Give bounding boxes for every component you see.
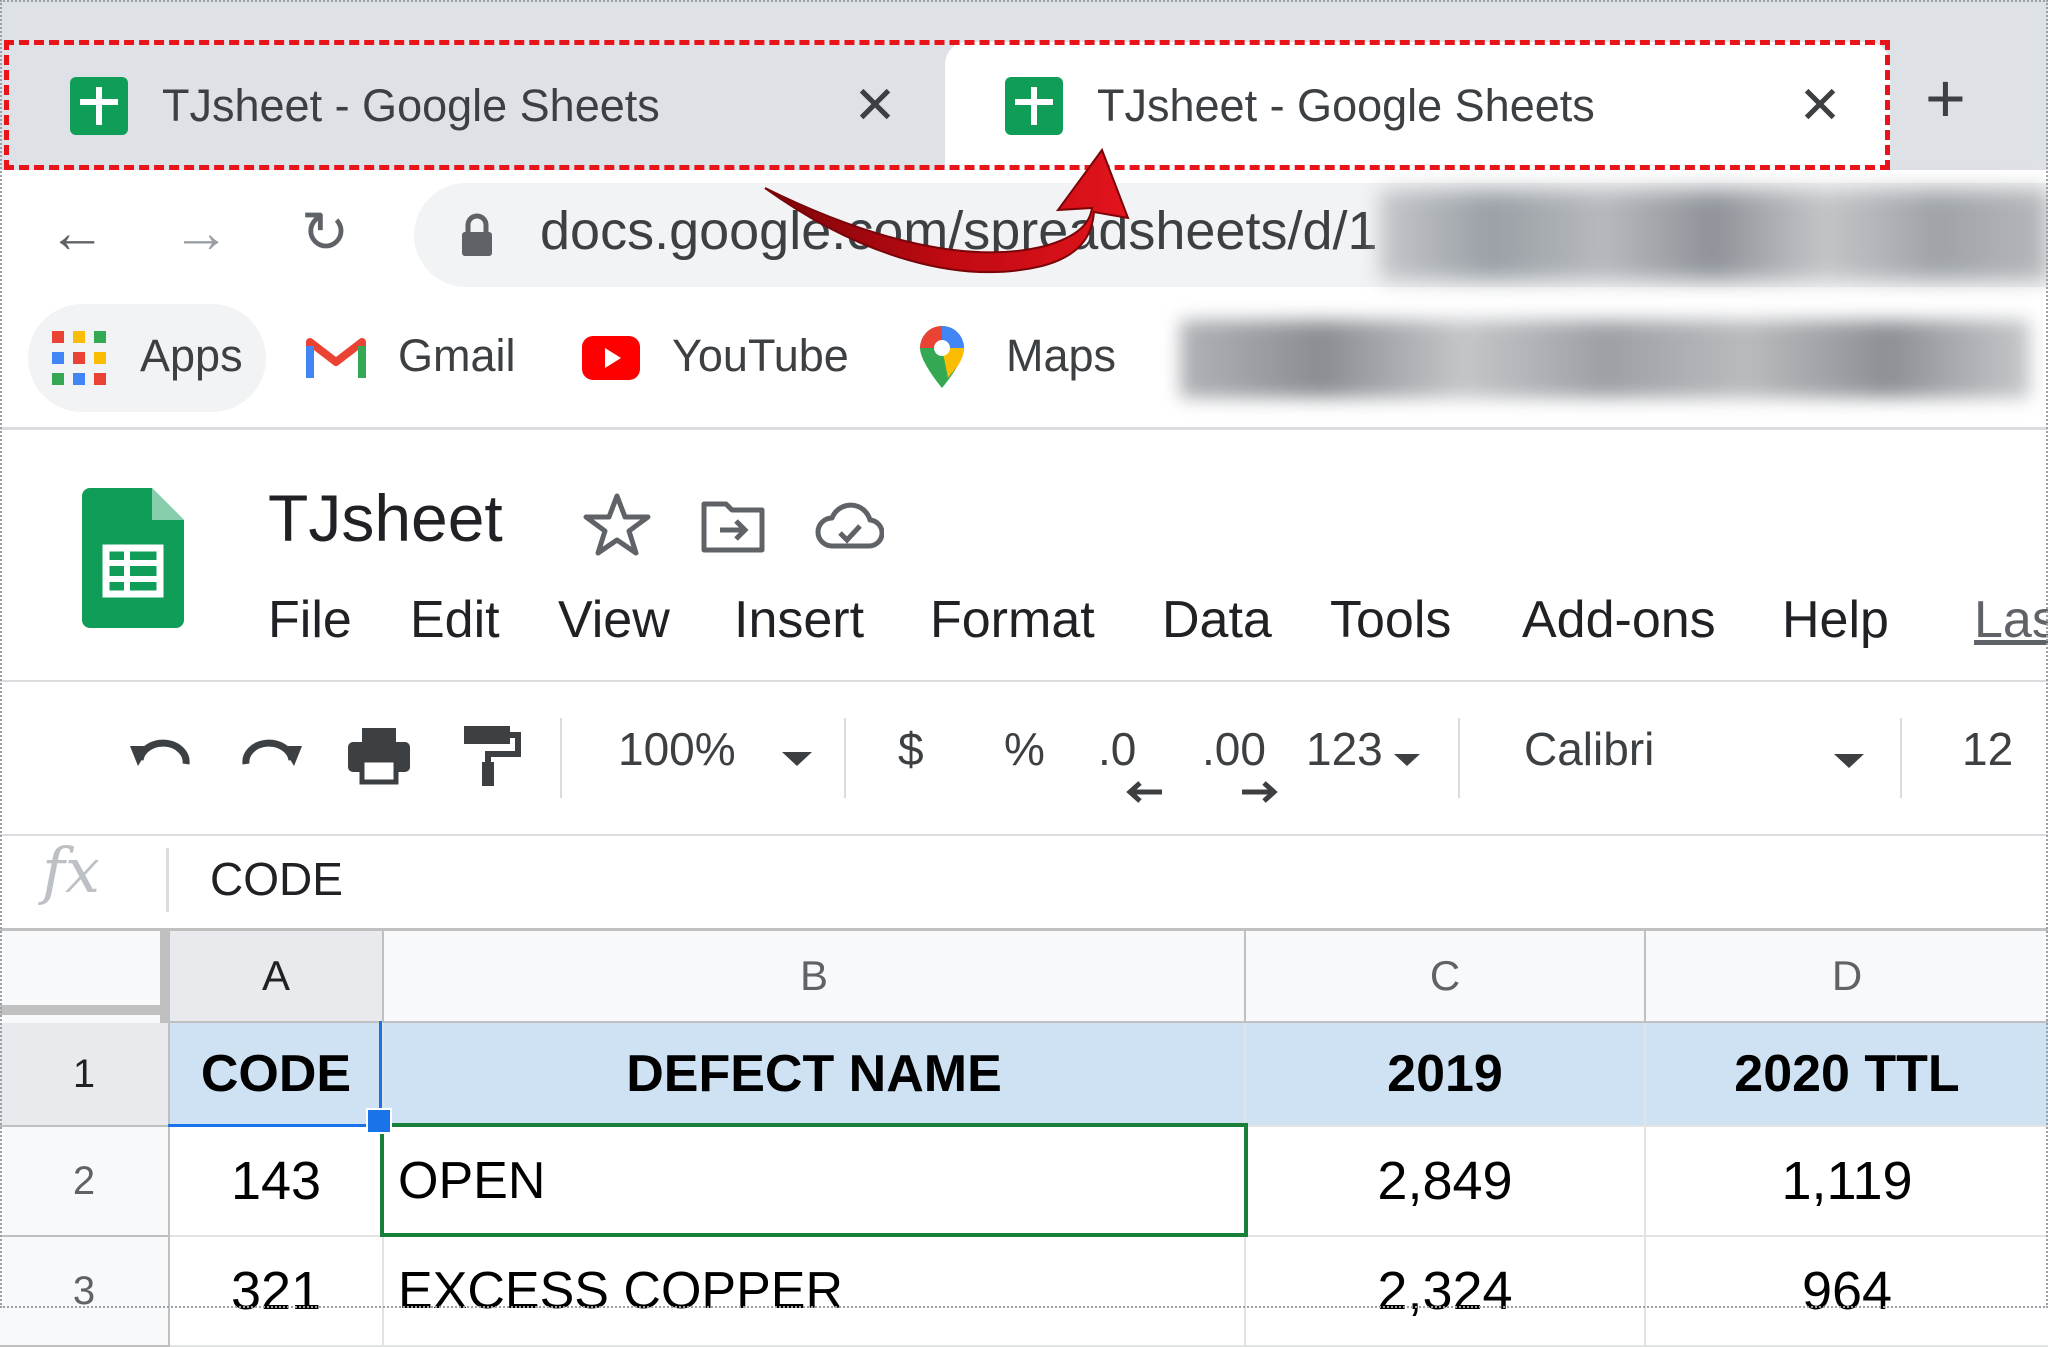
fill-handle[interactable] [366,1108,392,1134]
lock-icon[interactable] [460,212,494,258]
font-size-select[interactable]: 12 [1962,722,2013,776]
bookmark-maps-label[interactable]: Maps [1006,330,1116,382]
menu-addons[interactable]: Add-ons [1522,590,1716,650]
sheets-favicon [70,77,128,135]
cell-a2[interactable]: 143 [170,1127,384,1237]
menu-data[interactable]: Data [1162,590,1272,650]
new-tab-button[interactable]: + [1925,58,1966,138]
toolbar-separator [1458,718,1460,798]
format-currency-button[interactable]: $ [898,722,924,776]
close-icon[interactable]: ✕ [1790,76,1850,136]
tab-title: TJsheet - Google Sheets [1097,80,1595,131]
row-header-2[interactable]: 2 [0,1127,170,1237]
menu-view[interactable]: View [558,590,670,650]
tab-title: TJsheet - Google Sheets [162,80,660,131]
dropdown-caret-icon[interactable] [1392,752,1422,768]
arrow-left-icon [1126,781,1162,803]
blurred-bookmarks [1180,320,2030,398]
bookmark-gmail-label[interactable]: Gmail [398,330,516,382]
sheets-logo[interactable] [82,488,184,628]
last-edit-link[interactable]: Las [1974,590,2048,650]
gmail-icon[interactable] [306,336,366,380]
forward-icon[interactable]: → [166,198,236,268]
toolbar-divider [0,834,2048,836]
menu-edit[interactable]: Edit [410,590,500,650]
decrease-decimal-button[interactable]: .0 [1098,722,1136,776]
menu-format[interactable]: Format [930,590,1095,650]
cell-a3[interactable]: 321 [170,1237,384,1347]
sheets-favicon [1005,77,1063,135]
cloud-check-icon[interactable] [814,490,884,560]
formula-input[interactable]: CODE [210,852,343,906]
formula-separator [166,848,169,912]
close-icon[interactable]: ✕ [845,76,905,136]
url-text[interactable]: docs.google.com/spreadsheets/d/1 [540,200,1378,262]
dropdown-caret-icon[interactable] [1832,752,1866,770]
menu-help[interactable]: Help [1782,590,1889,650]
undo-icon[interactable] [126,720,196,790]
tab-1[interactable]: TJsheet - Google Sheets ✕ [10,42,945,170]
font-family-select[interactable]: Calibri [1524,722,1654,776]
row-header-3[interactable]: 3 [0,1237,170,1347]
redo-icon[interactable] [236,720,306,790]
print-icon[interactable] [344,720,414,790]
selection-b2 [380,1123,1248,1237]
menu-insert[interactable]: Insert [734,590,864,650]
apps-grid-icon [52,331,106,385]
dropdown-caret-icon[interactable] [780,750,814,768]
reload-icon[interactable]: ↻ [290,198,360,268]
freeze-row-handle[interactable] [0,1005,170,1015]
cell-c1[interactable]: 2019 [1246,1023,1646,1127]
arrow-right-icon [1242,781,1278,803]
toolbar-separator [560,718,562,798]
move-folder-icon[interactable] [698,490,768,560]
bookmark-youtube-label[interactable]: YouTube [672,330,849,382]
paint-format-icon[interactable] [456,720,526,790]
star-icon[interactable] [582,490,652,560]
menu-tools[interactable]: Tools [1330,590,1451,650]
back-icon[interactable]: ← [42,198,112,268]
column-header-b[interactable]: B [384,931,1246,1023]
cell-b1[interactable]: DEFECT NAME [384,1023,1246,1127]
selection-a1 [168,1021,382,1127]
toolbar-separator [844,718,846,798]
cell-b3[interactable]: EXCESS COPPER [384,1237,1246,1347]
format-percent-button[interactable]: % [1004,722,1045,776]
menu-file[interactable]: File [268,590,352,650]
zoom-select[interactable]: 100% [618,722,736,776]
header-divider [0,680,2048,682]
bookmark-apps-label[interactable]: Apps [140,330,243,382]
column-header-d[interactable]: D [1646,931,2048,1023]
cell-d2[interactable]: 1,119 [1646,1127,2048,1237]
row-header-1[interactable]: 1 [0,1023,170,1127]
tab-2-active[interactable]: TJsheet - Google Sheets ✕ [945,42,1890,170]
column-header-c[interactable]: C [1246,931,1646,1023]
more-formats-button[interactable]: 123 [1306,722,1383,776]
cell-c3[interactable]: 2,324 [1246,1237,1646,1347]
fx-label: fx [42,834,100,907]
blurred-url [1380,190,2048,280]
youtube-icon[interactable] [582,336,640,380]
cell-d1[interactable]: 2020 TTL [1646,1023,2048,1127]
cell-d3[interactable]: 964 [1646,1237,2048,1347]
toolbar-separator [1900,718,1902,798]
cell-c2[interactable]: 2,849 [1246,1127,1646,1237]
document-title[interactable]: TJsheet [268,480,503,556]
maps-pin-icon[interactable] [918,326,966,390]
increase-decimal-button[interactable]: .00 [1202,722,1266,776]
column-header-a[interactable]: A [170,931,384,1023]
